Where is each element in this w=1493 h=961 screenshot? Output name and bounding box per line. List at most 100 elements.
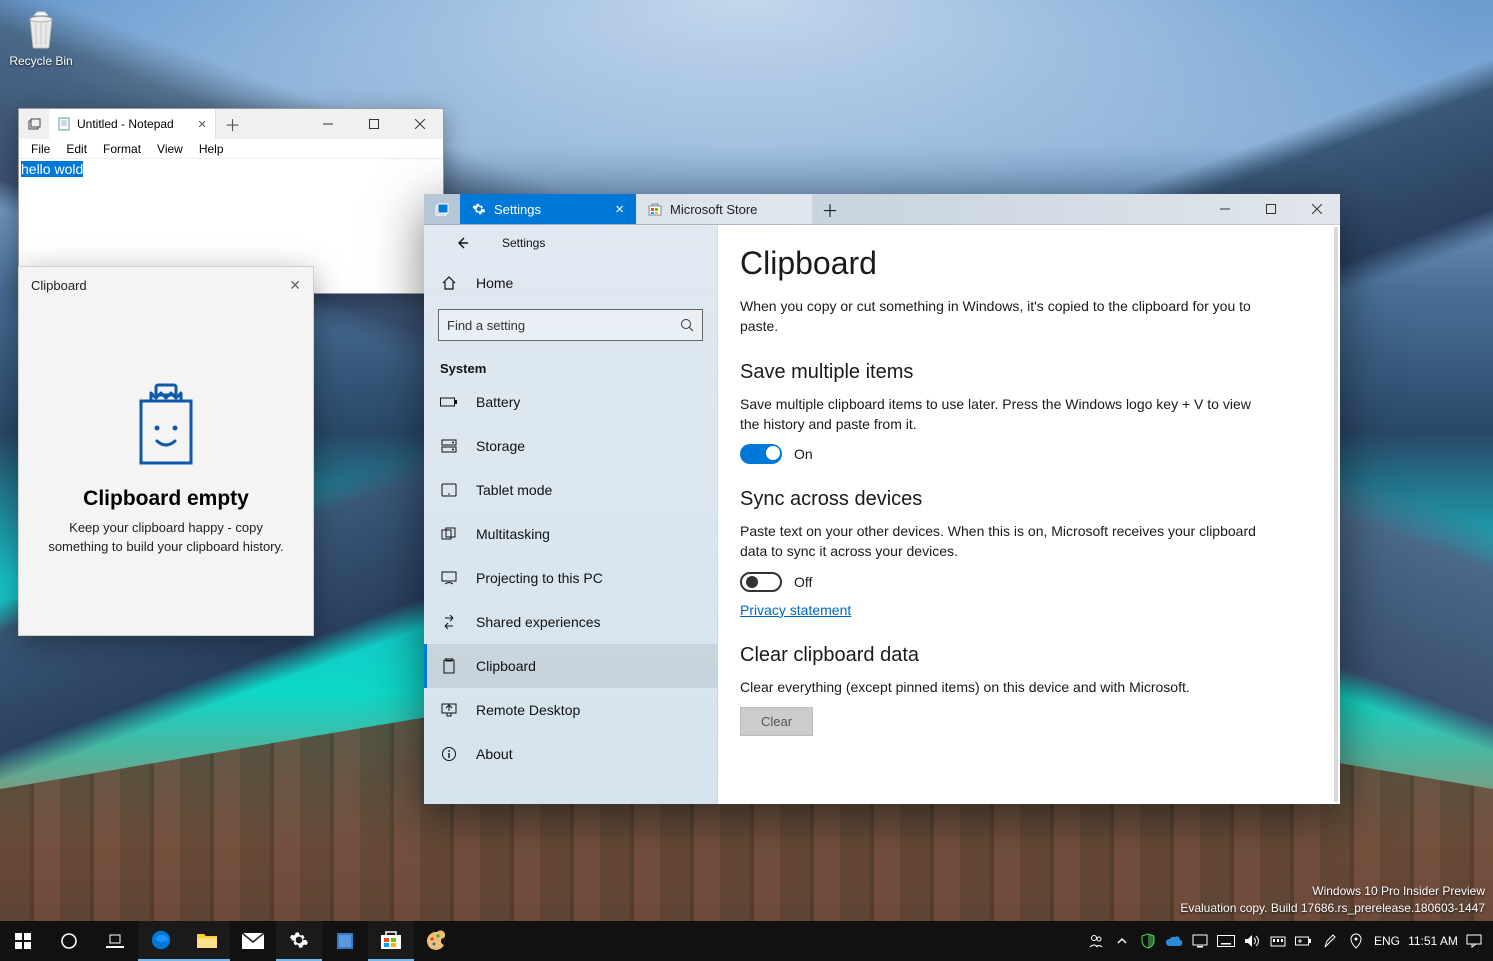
- folder-icon: [196, 930, 218, 950]
- notepad-new-tab[interactable]: ＋: [216, 112, 250, 136]
- tray-volume[interactable]: [1239, 921, 1265, 961]
- action-center-icon: [1466, 934, 1482, 948]
- tray-onedrive[interactable]: [1161, 921, 1187, 961]
- tray-clock[interactable]: 11:51 AM: [1405, 921, 1461, 961]
- sidebar-item-tablet-mode[interactable]: Tablet mode: [424, 468, 717, 512]
- menu-format[interactable]: Format: [95, 142, 149, 156]
- tray-keyboard[interactable]: [1213, 921, 1239, 961]
- taskbar-app-explorer[interactable]: [184, 921, 230, 961]
- tray-action-center[interactable]: [1461, 921, 1487, 961]
- section-heading-clear: Clear clipboard data: [740, 644, 1318, 667]
- close-button[interactable]: [1294, 194, 1340, 224]
- sidebar-item-projecting[interactable]: Projecting to this PC: [424, 556, 717, 600]
- close-tab-icon[interactable]: ×: [198, 116, 207, 133]
- cortana-button[interactable]: [46, 921, 92, 961]
- cortana-circle-icon: [60, 932, 78, 950]
- settings-window: Settings × Microsoft Store ＋ Settings Ho…: [424, 194, 1340, 804]
- tray-power[interactable]: [1291, 921, 1317, 961]
- tab-microsoft-store[interactable]: Microsoft Store: [636, 194, 812, 224]
- taskbar-app-reader[interactable]: [322, 921, 368, 961]
- shield-icon: [1140, 933, 1156, 949]
- tray-language[interactable]: ENG: [1369, 921, 1405, 961]
- sidebar-item-home[interactable]: Home: [424, 261, 717, 305]
- multitasking-icon: [440, 527, 458, 541]
- toggle-state-label: On: [794, 446, 813, 462]
- clear-button[interactable]: Clear: [740, 707, 813, 736]
- clipboard-empty-message: Keep your clipboard happy - copy somethi…: [41, 519, 291, 555]
- sidebar-item-clipboard[interactable]: Clipboard: [424, 644, 717, 688]
- tab-settings-label: Settings: [494, 202, 541, 217]
- volume-icon: [1244, 934, 1260, 948]
- clipboard-history-popup: Clipboard ✕ Clipboard empty Keep your cl…: [18, 266, 314, 636]
- toggle-sync-across-devices[interactable]: Off: [740, 572, 1318, 592]
- sidebar-item-shared-experiences[interactable]: Shared experiences: [424, 600, 717, 644]
- tray-security[interactable]: [1135, 921, 1161, 961]
- tab-settings[interactable]: Settings ×: [460, 194, 636, 224]
- section-heading-sync: Sync across devices: [740, 488, 1318, 511]
- keyboard-icon: [1217, 935, 1235, 947]
- tray-location[interactable]: [1343, 921, 1369, 961]
- taskbar-app-mail[interactable]: [230, 921, 276, 961]
- storage-icon: [440, 439, 458, 453]
- sidebar-item-storage[interactable]: Storage: [424, 424, 717, 468]
- tray-people[interactable]: [1083, 921, 1109, 961]
- taskbar-app-edge[interactable]: [138, 921, 184, 961]
- scrollbar[interactable]: [1334, 227, 1338, 802]
- maximize-button[interactable]: [351, 109, 397, 139]
- shared-icon: [440, 615, 458, 629]
- menu-help[interactable]: Help: [191, 142, 232, 156]
- sets-button[interactable]: [424, 194, 460, 224]
- menu-view[interactable]: View: [149, 142, 191, 156]
- task-view-button[interactable]: [92, 921, 138, 961]
- watermark-line1: Windows 10 Pro Insider Preview: [1180, 883, 1485, 900]
- start-button[interactable]: [0, 921, 46, 961]
- sidebar-item-about[interactable]: About: [424, 732, 717, 776]
- sidebar-item-label: Storage: [476, 438, 525, 454]
- taskbar-app-paint[interactable]: [414, 921, 460, 961]
- back-button[interactable]: [440, 235, 484, 251]
- back-arrow-icon: [454, 235, 470, 251]
- sets-button[interactable]: [19, 117, 49, 131]
- close-button[interactable]: [397, 109, 443, 139]
- mail-icon: [242, 933, 264, 949]
- tray-overflow[interactable]: [1109, 921, 1135, 961]
- minimize-button[interactable]: [1202, 194, 1248, 224]
- chevron-up-icon: [1117, 936, 1127, 946]
- sidebar-home-label: Home: [476, 275, 513, 291]
- cloud-icon: [1165, 935, 1183, 947]
- menu-edit[interactable]: Edit: [58, 142, 95, 156]
- sets-new-tab[interactable]: ＋: [812, 194, 848, 224]
- menu-file[interactable]: File: [23, 142, 58, 156]
- clipboard-popup-title: Clipboard: [31, 278, 87, 293]
- taskbar-app-store[interactable]: [368, 921, 414, 961]
- sidebar-item-multitasking[interactable]: Multitasking: [424, 512, 717, 556]
- tray-ink[interactable]: [1317, 921, 1343, 961]
- maximize-button[interactable]: [1248, 194, 1294, 224]
- page-title: Clipboard: [740, 245, 1318, 282]
- settings-sidebar: Settings Home Find a setting System Batt…: [424, 225, 718, 804]
- notepad-tab[interactable]: Untitled - Notepad ×: [49, 109, 216, 139]
- sidebar-item-battery[interactable]: Battery: [424, 380, 717, 424]
- book-icon: [335, 931, 355, 951]
- privacy-statement-link[interactable]: Privacy statement: [740, 602, 851, 618]
- tablet-icon: [440, 483, 458, 497]
- sidebar-item-remote-desktop[interactable]: Remote Desktop: [424, 688, 717, 732]
- watermark-line2: Evaluation copy. Build 17686.rs_prerelea…: [1180, 900, 1485, 917]
- notepad-text-area[interactable]: hello wold: [19, 159, 443, 180]
- taskbar-app-settings[interactable]: [276, 921, 322, 961]
- settings-search[interactable]: Find a setting: [438, 309, 703, 341]
- system-tray: ENG 11:51 AM: [1083, 921, 1493, 961]
- search-placeholder: Find a setting: [447, 318, 680, 333]
- tab-close-icon[interactable]: ×: [615, 201, 624, 218]
- tray-network[interactable]: [1265, 921, 1291, 961]
- tray-virtual-machine[interactable]: [1187, 921, 1213, 961]
- windows-logo-icon: [15, 933, 31, 949]
- desktop-icon-recycle-bin[interactable]: Recycle Bin: [6, 10, 76, 68]
- sidebar-section-system: System: [424, 349, 717, 380]
- clipboard-popup-close[interactable]: ✕: [289, 277, 301, 294]
- toggle-save-multiple-items[interactable]: On: [740, 444, 1318, 464]
- taskbar: ENG 11:51 AM: [0, 921, 1493, 961]
- people-icon: [1088, 933, 1104, 949]
- minimize-button[interactable]: [305, 109, 351, 139]
- notepad-titlebar[interactable]: Untitled - Notepad × ＋: [19, 109, 443, 139]
